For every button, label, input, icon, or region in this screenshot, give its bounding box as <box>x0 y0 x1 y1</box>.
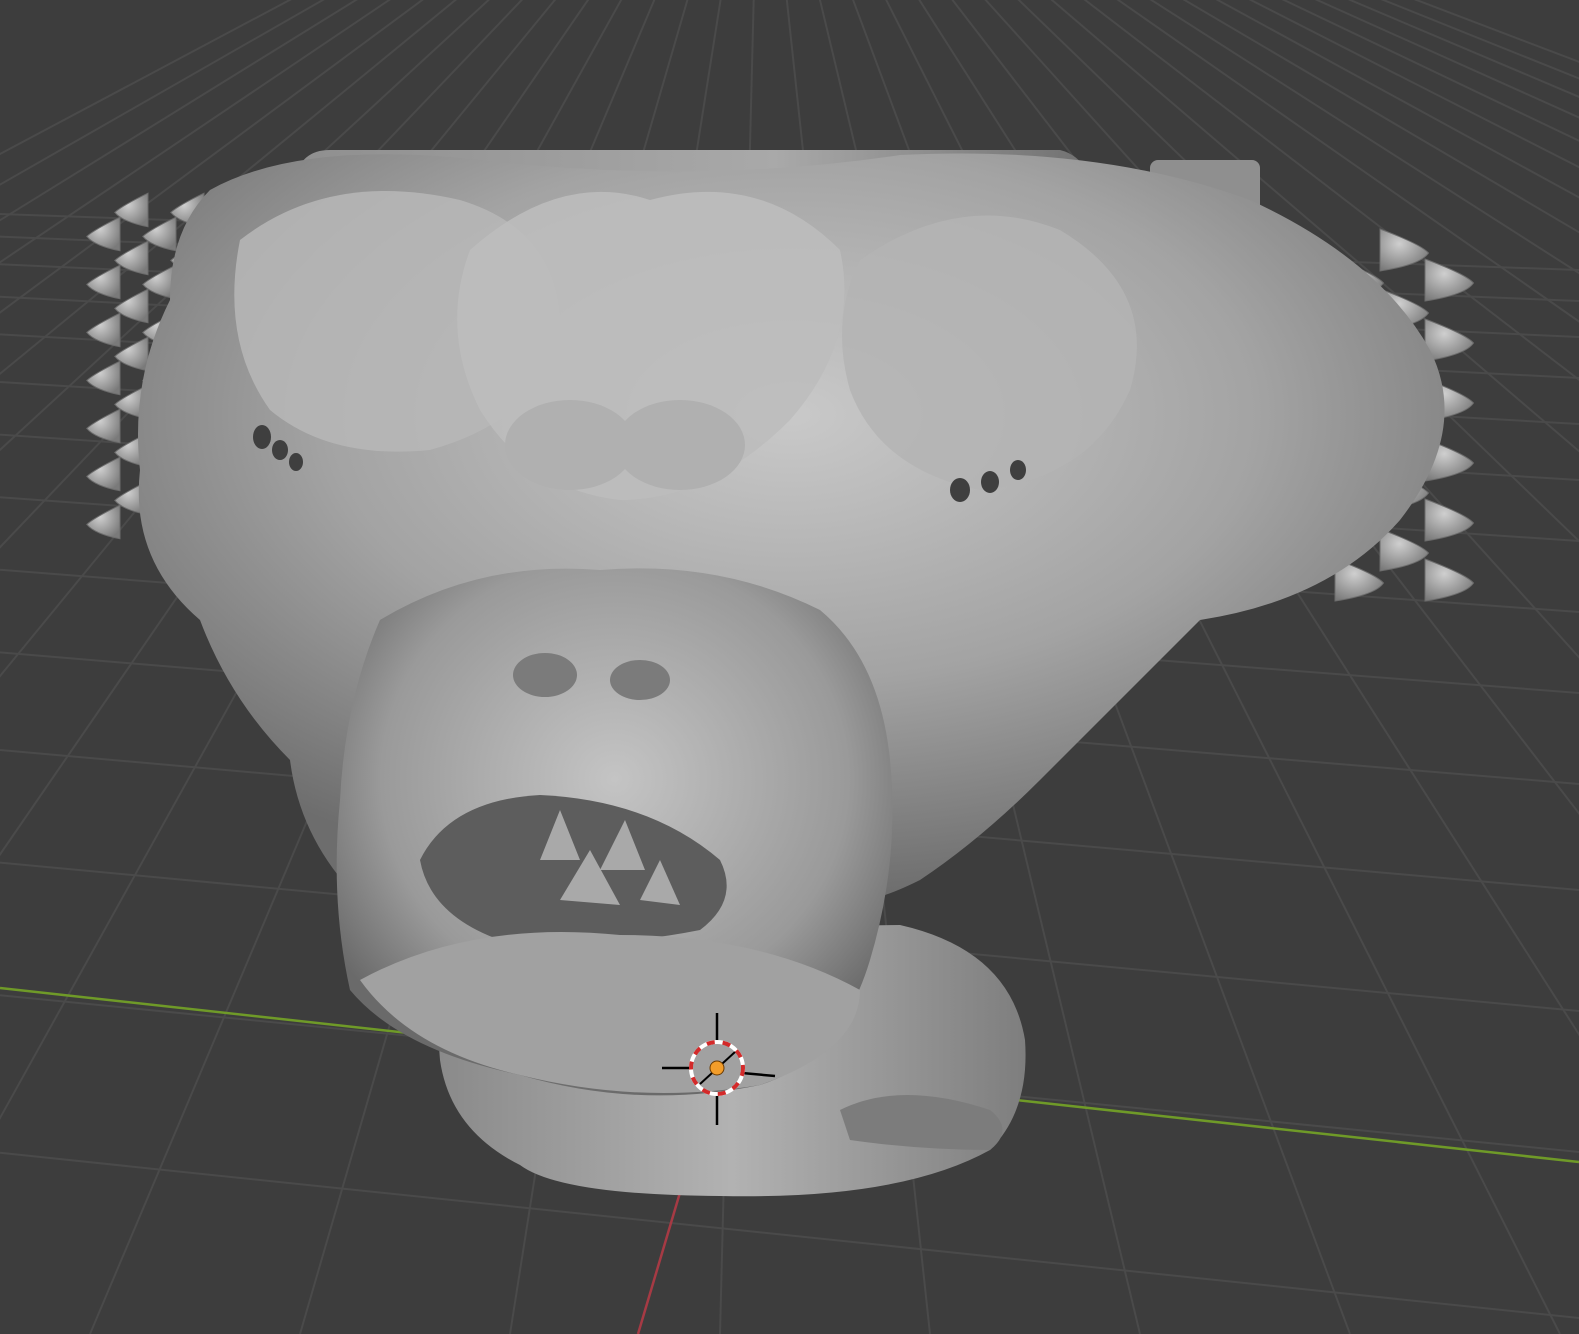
nostril-right <box>610 660 670 700</box>
sculpt-object[interactable] <box>86 150 1475 1197</box>
brow-lobe-right <box>615 400 745 490</box>
viewport-canvas[interactable] <box>0 0 1579 1334</box>
nostril-left <box>513 653 577 697</box>
3d-viewport[interactable] <box>0 0 1579 1334</box>
